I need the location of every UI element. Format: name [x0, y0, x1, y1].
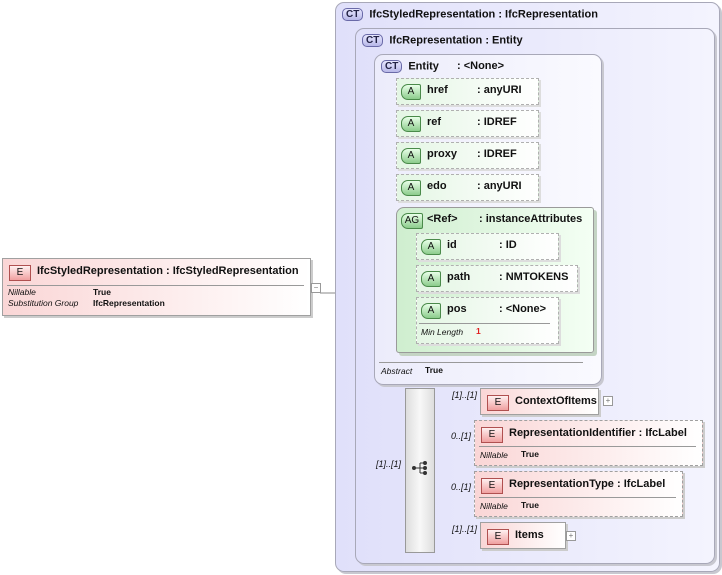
min-length-value: 1	[476, 326, 481, 336]
attr-type: : anyURI	[477, 180, 522, 192]
attribute-group-badge: AG	[401, 213, 423, 229]
ct-name: IfcStyledRepresentation	[369, 8, 496, 21]
attr-name: pos	[447, 303, 467, 315]
element-items[interactable]: E Items	[480, 522, 566, 549]
ct-name: Entity	[408, 60, 439, 73]
root-element-type: : IfcStyledRepresentation	[165, 265, 299, 277]
element-representation-type[interactable]: E RepresentationType : IfcLabel Nillable …	[474, 471, 683, 517]
attr-name: path	[447, 271, 471, 283]
prop-label: Nillable	[480, 501, 508, 511]
prop-value: IfcRepresentation	[93, 298, 165, 308]
attribute-href[interactable]: Ahref : anyURI	[396, 78, 539, 105]
group-name: <Ref>	[427, 213, 458, 225]
complex-type-badge: CT	[362, 34, 384, 47]
element-representation-identifier[interactable]: E RepresentationIdentifier : IfcLabel Nil…	[474, 420, 703, 466]
element-badge: E	[9, 265, 31, 281]
element-badge: E	[481, 427, 503, 443]
element-badge: E	[487, 395, 509, 411]
attribute-edo[interactable]: Aedo : anyURI	[396, 174, 539, 201]
attribute-badge: A	[401, 116, 421, 132]
sequence-icon	[412, 461, 427, 475]
attribute-badge: A	[421, 271, 441, 287]
attr-name: href	[427, 84, 448, 96]
type: : IfcLabel	[617, 478, 666, 490]
ct-type: : IfcRepresentation	[498, 8, 598, 21]
attribute-badge: A	[401, 180, 421, 196]
abstract-value: True	[425, 365, 443, 375]
sequence-compositor[interactable]	[405, 388, 435, 553]
element-name: ContextOfItems	[515, 395, 597, 407]
collapse-toggle[interactable]: −	[311, 283, 321, 293]
prop-label: Nillable	[8, 287, 36, 297]
multiplicity: 0..[1]	[451, 431, 472, 441]
attribute-proxy[interactable]: Aproxy : IDREF	[396, 142, 539, 169]
multiplicity: 0..[1]	[451, 482, 472, 492]
min-length-label: Min Length	[421, 327, 464, 337]
element-badge: E	[481, 478, 503, 494]
element-badge: E	[487, 529, 509, 545]
attribute-ref[interactable]: Aref : IDREF	[396, 110, 539, 137]
attribute-id[interactable]: Aid : ID	[416, 233, 559, 260]
abstract-label: Abstract	[381, 366, 413, 376]
expand-toggle[interactable]: +	[566, 531, 576, 541]
multiplicity: [1]..[1]	[452, 524, 478, 534]
name: RepresentationType	[509, 478, 614, 490]
attribute-badge: A	[421, 303, 441, 319]
attr-name: ref	[427, 116, 442, 128]
attr-type: : NMTOKENS	[499, 271, 569, 283]
attr-name: edo	[427, 180, 447, 192]
attr-name: id	[447, 239, 457, 251]
root-element[interactable]: E IfcStyledRepresentation : IfcStyledRep…	[2, 258, 311, 316]
element-name: RepresentationIdentifier : IfcLabel	[509, 427, 687, 439]
prop-value: True	[521, 449, 539, 459]
element-context-of-items[interactable]: E ContextOfItems	[480, 388, 599, 415]
attr-type: : IDREF	[477, 116, 517, 128]
ct-type: : Entity	[485, 34, 523, 47]
attr-type: : ID	[499, 239, 517, 251]
expand-toggle[interactable]: +	[603, 396, 613, 406]
element-name: RepresentationType : IfcLabel	[509, 478, 665, 490]
attribute-badge: A	[401, 148, 421, 164]
attr-type: : IDREF	[477, 148, 517, 160]
attribute-path[interactable]: Apath : NMTOKENS	[416, 265, 578, 292]
sequence-multiplicity: [1]..[1]	[376, 459, 402, 469]
element-name: Items	[515, 529, 544, 541]
prop-label: Nillable	[480, 450, 508, 460]
attribute-pos[interactable]: Apos : <None> Min Length 1	[416, 297, 559, 344]
complex-type-badge: CT	[381, 60, 403, 73]
prop-value: True	[93, 287, 111, 297]
ct-type: : <None>	[457, 60, 505, 72]
attribute-badge: A	[401, 84, 421, 100]
name: RepresentationIdentifier	[509, 427, 636, 439]
type: : IfcLabel	[638, 427, 687, 439]
group-type: : instanceAttributes	[479, 213, 583, 225]
complex-type-badge: CT	[342, 8, 364, 21]
attr-type: : <None>	[499, 303, 547, 315]
root-element-name: IfcStyledRepresentation	[37, 265, 163, 277]
multiplicity: [1]..[1]	[452, 390, 478, 400]
prop-value: True	[521, 500, 539, 510]
attr-name: proxy	[427, 148, 457, 160]
attribute-badge: A	[421, 239, 441, 255]
ct-name: IfcRepresentation	[389, 34, 483, 47]
attr-type: : anyURI	[477, 84, 522, 96]
prop-label: Substitution Group	[8, 298, 79, 308]
